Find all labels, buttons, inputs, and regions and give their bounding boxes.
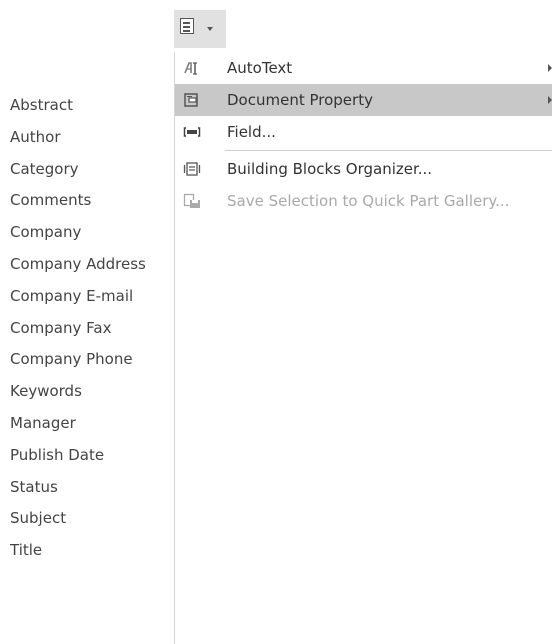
building-blocks-icon	[183, 162, 201, 176]
property-item-manager[interactable]: Manager	[0, 408, 174, 440]
menu-item-building-blocks-organizer[interactable]: Building Blocks Organizer...	[175, 153, 552, 185]
autotext-icon	[184, 62, 197, 75]
menu-item-label: Save Selection to Quick Part Gallery...	[227, 192, 510, 210]
property-item-company-phone[interactable]: Company Phone	[0, 344, 174, 376]
property-item-company-email[interactable]: Company E-mail	[0, 281, 174, 313]
menu-item-autotext[interactable]: AutoText	[175, 52, 552, 84]
document-property-icon	[184, 93, 198, 107]
property-item-keywords[interactable]: Keywords	[0, 376, 174, 408]
menu-item-label: Building Blocks Organizer...	[227, 160, 433, 178]
menu-separator	[225, 150, 552, 151]
property-item-company-fax[interactable]: Company Fax	[0, 313, 174, 345]
quick-parts-icon	[180, 18, 194, 34]
property-item-publish-date[interactable]: Publish Date	[0, 440, 174, 472]
chevron-right-icon	[548, 64, 552, 72]
quick-parts-menu: AutoText Document Property Field... Buil…	[174, 52, 552, 644]
property-item-company-address[interactable]: Company Address	[0, 249, 174, 281]
document-property-submenu: Abstract Author Category Comments Compan…	[0, 90, 174, 644]
property-item-status[interactable]: Status	[0, 472, 174, 504]
property-item-subject[interactable]: Subject	[0, 503, 174, 535]
chevron-right-icon	[548, 96, 552, 104]
property-item-title[interactable]: Title	[0, 535, 174, 567]
property-item-category[interactable]: Category	[0, 154, 174, 186]
menu-item-save-selection-to-gallery[interactable]: Save Selection to Quick Part Gallery...	[175, 185, 552, 217]
menu-item-label: Document Property	[227, 91, 373, 109]
property-item-comments[interactable]: Comments	[0, 185, 174, 217]
property-item-company[interactable]: Company	[0, 217, 174, 249]
field-icon	[183, 127, 201, 137]
save-to-gallery-icon	[183, 193, 200, 208]
property-item-author[interactable]: Author	[0, 122, 174, 154]
menu-item-document-property[interactable]: Document Property	[175, 84, 552, 116]
menu-item-field[interactable]: Field...	[175, 116, 552, 148]
menu-item-label: AutoText	[227, 59, 293, 77]
menu-item-label: Field...	[227, 123, 276, 141]
chevron-down-icon	[207, 27, 213, 31]
property-item-abstract[interactable]: Abstract	[0, 90, 174, 122]
quick-parts-button[interactable]	[174, 10, 226, 48]
